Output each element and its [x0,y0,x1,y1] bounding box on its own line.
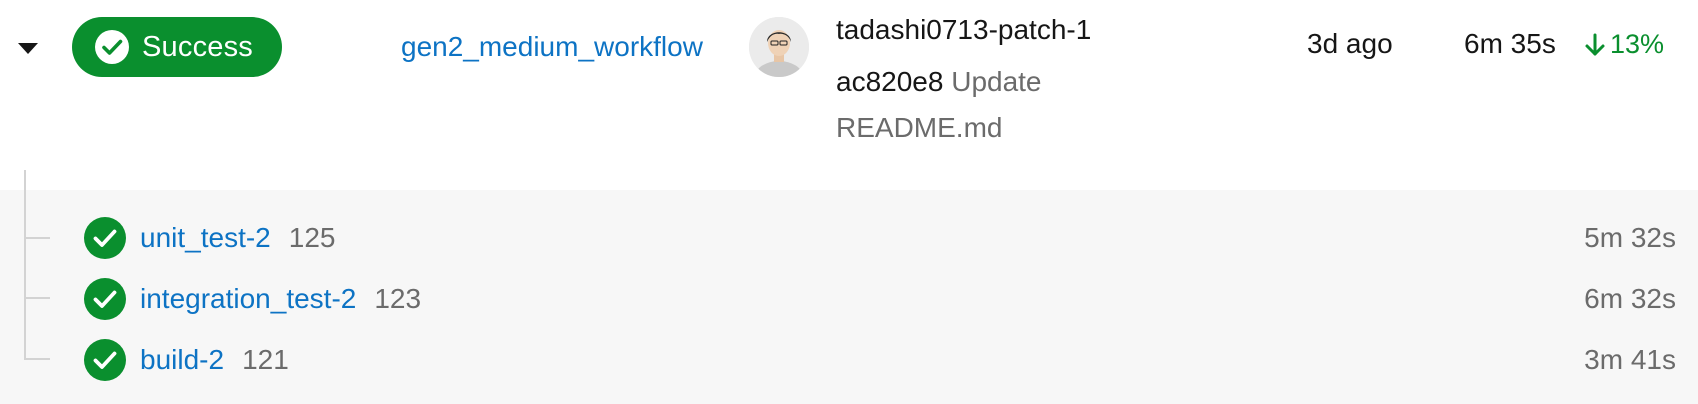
workflow-link[interactable]: gen2_medium_workflow [401,20,721,73]
arrow-down-icon [1585,33,1605,55]
check-circle-icon [84,339,126,381]
commit-hash[interactable]: ac820e8 [836,66,943,97]
job-duration: 3m 41s [1584,344,1676,375]
job-row: integration_test-2 123 [84,277,421,321]
job-number: 121 [242,344,289,375]
job-number: 125 [288,222,336,253]
check-circle-icon [84,217,126,259]
time-ago: 3d ago [1307,28,1393,59]
pipeline-row: Success gen2_medium_workflow tadashi0713… [0,0,1698,404]
job-row: build-2 121 [84,338,289,382]
tree-branch [24,237,50,239]
pipeline-duration: 6m 35s [1464,28,1556,59]
status-label: Success [142,30,253,63]
avatar[interactable] [749,17,809,77]
duration-change: 13% [1584,29,1664,60]
commit-info: ac820e8 Update README.md [836,59,1106,151]
job-name-link[interactable]: integration_test-2 [140,283,356,315]
tree-branch [24,358,50,360]
job-row: unit_test-2 125 [84,216,335,260]
job-duration: 6m 32s [1584,283,1676,314]
job-number: 123 [374,283,422,314]
duration-change-value: 13% [1610,29,1665,59]
caret-down-icon[interactable] [14,34,42,62]
job-name-link[interactable]: build-2 [140,344,224,376]
job-duration: 5m 32s [1584,222,1676,253]
check-circle-icon [95,30,129,64]
branch-name[interactable]: tadashi0713-patch-1 [836,14,1091,46]
check-circle-icon [84,278,126,320]
tree-line [24,170,26,360]
status-badge[interactable]: Success [72,17,282,77]
job-name-link[interactable]: unit_test-2 [140,222,271,254]
tree-branch [24,297,50,299]
